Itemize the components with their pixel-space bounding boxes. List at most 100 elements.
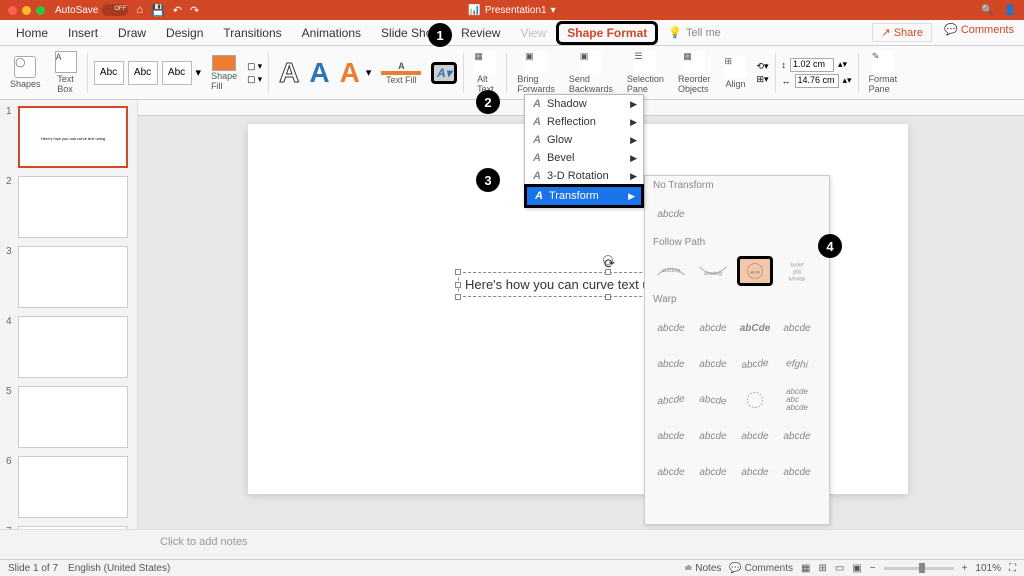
format-pane-button[interactable]: ✎ Format Pane bbox=[865, 49, 902, 96]
tab-home[interactable]: Home bbox=[6, 21, 58, 45]
share-button[interactable]: ↗ Share bbox=[872, 23, 932, 42]
warp-13[interactable]: abcde bbox=[653, 421, 689, 451]
thumb-3[interactable] bbox=[18, 246, 128, 308]
reorder-button[interactable]: ▦ Reorder Objects bbox=[674, 49, 715, 96]
autosave-toggle[interactable]: AutoSave bbox=[55, 4, 128, 16]
comments-toggle[interactable]: 💬 Comments bbox=[729, 563, 793, 574]
tab-review[interactable]: Review bbox=[451, 21, 510, 45]
notes-pane[interactable]: Click to add notes bbox=[0, 529, 1024, 559]
warp-7[interactable]: abcde bbox=[736, 347, 774, 380]
view-slideshow-icon[interactable]: ▣ bbox=[852, 563, 861, 574]
effect-transform[interactable]: ATransform▶ bbox=[524, 184, 644, 208]
send-backward-button[interactable]: ▣ Send Backwards bbox=[565, 49, 617, 96]
warp-12[interactable]: abcdeabcabcde bbox=[779, 385, 815, 415]
warp-8[interactable]: efghi bbox=[778, 347, 816, 380]
notes-toggle[interactable]: ≐ Notes bbox=[684, 563, 721, 574]
warp-9[interactable]: abcde bbox=[653, 383, 689, 417]
warp-19[interactable]: abcde bbox=[737, 457, 773, 487]
warp-18[interactable]: abcde bbox=[695, 457, 731, 487]
warp-17[interactable]: abcde bbox=[653, 457, 689, 487]
warp-4[interactable]: abcde bbox=[779, 313, 815, 343]
selection-pane-button[interactable]: ☰ Selection Pane bbox=[623, 49, 668, 96]
thumb-4[interactable] bbox=[18, 316, 128, 378]
align-button[interactable]: ⊞ Align bbox=[720, 54, 750, 91]
ribbon-tabs: Home Insert Draw Design Transitions Anim… bbox=[0, 20, 1024, 46]
tab-design[interactable]: Design bbox=[156, 21, 213, 45]
warp-6[interactable]: abcde bbox=[695, 349, 731, 379]
effect-reflection[interactable]: AReflection▶ bbox=[525, 113, 643, 131]
zoom-in[interactable]: + bbox=[962, 563, 968, 574]
view-sorter-icon[interactable]: ⊞ bbox=[818, 563, 826, 574]
warp-16[interactable]: abcde bbox=[779, 421, 815, 451]
language-indicator[interactable]: English (United States) bbox=[68, 563, 170, 574]
view-normal-icon[interactable]: ▦ bbox=[801, 563, 810, 574]
warp-11[interactable] bbox=[737, 385, 773, 415]
status-bar: Slide 1 of 7 English (United States) ≐ N… bbox=[0, 559, 1024, 576]
tab-shape-format[interactable]: Shape Format bbox=[556, 21, 658, 45]
fit-to-window-icon[interactable]: ⛶ bbox=[1009, 563, 1016, 574]
shape-fill-button[interactable]: Shape Fill bbox=[207, 53, 241, 93]
thumb-2[interactable] bbox=[18, 176, 128, 238]
window-controls[interactable] bbox=[8, 6, 45, 15]
save-icon[interactable]: 💾 bbox=[151, 4, 165, 17]
shape-outline-effects[interactable]: ▢▾ ▢▾ bbox=[247, 61, 262, 85]
tab-transitions[interactable]: Transitions bbox=[213, 21, 291, 45]
warp-2[interactable]: abcde bbox=[695, 313, 731, 343]
warp-1[interactable]: abcde bbox=[653, 313, 689, 343]
undo-icon[interactable]: ↶ bbox=[173, 4, 182, 17]
zoom-out[interactable]: − bbox=[870, 563, 876, 574]
effect-shadow[interactable]: AShadow▶ bbox=[525, 95, 643, 113]
no-transform-option[interactable]: abcde bbox=[653, 199, 689, 229]
warp-10[interactable]: abcde bbox=[695, 383, 731, 417]
home-icon[interactable]: ⌂ bbox=[136, 4, 143, 17]
bring-forward-button[interactable]: ▣ Bring Forwards bbox=[513, 49, 559, 96]
effect-glow[interactable]: AGlow▶ bbox=[525, 131, 643, 149]
path-arch-up[interactable]: abcdefg bbox=[695, 256, 731, 286]
shape-styles[interactable]: Abc Abc Abc ▾ bbox=[94, 61, 202, 85]
path-arch-down[interactable]: abcdefg bbox=[653, 256, 689, 286]
width-input[interactable]: ↔14.76 cm▴▾ bbox=[782, 74, 852, 88]
tab-animations[interactable]: Animations bbox=[292, 21, 371, 45]
slide-thumbnails[interactable]: 1Here's how you can curve text using 2 3… bbox=[0, 100, 138, 529]
svg-text:bcdef: bcdef bbox=[791, 263, 804, 269]
zoom-slider[interactable] bbox=[884, 567, 954, 570]
quick-access-toolbar[interactable]: ⌂ 💾 ↶ ↷ bbox=[136, 4, 199, 17]
thumb-6[interactable] bbox=[18, 456, 128, 518]
thumb-5[interactable] bbox=[18, 386, 128, 448]
warp-5[interactable]: abcde bbox=[653, 349, 689, 379]
thumb-1[interactable]: Here's how you can curve text using bbox=[18, 106, 128, 168]
tab-draw[interactable]: Draw bbox=[108, 21, 156, 45]
textbox-text[interactable]: Here's how you can curve text using bbox=[465, 277, 673, 292]
rotate-handle[interactable]: ⟳ bbox=[603, 255, 613, 265]
alt-text-button[interactable]: ▦ Alt Text bbox=[470, 49, 500, 96]
account-icon[interactable]: 👤 bbox=[1004, 5, 1016, 16]
svg-text:klmnop: klmnop bbox=[789, 276, 806, 282]
text-box-button[interactable]: A Text Box bbox=[51, 49, 81, 96]
warp-3[interactable]: abCde bbox=[737, 313, 773, 343]
warp-15[interactable]: abcde bbox=[737, 421, 773, 451]
zoom-level[interactable]: 101% bbox=[975, 563, 1001, 574]
text-effects-button[interactable]: A▾ bbox=[431, 62, 457, 84]
slide-indicator: Slide 1 of 7 bbox=[8, 563, 58, 574]
wordart-styles[interactable]: A A A ▾ bbox=[275, 57, 371, 89]
warp-20[interactable]: abcde bbox=[779, 457, 815, 487]
callout-2: 2 bbox=[476, 90, 500, 114]
path-circle[interactable]: abcde bbox=[737, 256, 773, 286]
tell-me[interactable]: 💡 Tell me bbox=[668, 26, 721, 39]
warp-14[interactable]: abcde bbox=[695, 421, 731, 451]
text-effects-menu: AShadow▶ AReflection▶ AGlow▶ ABevel▶ A3-… bbox=[524, 94, 644, 208]
tab-view[interactable]: View bbox=[510, 21, 556, 45]
rotate-group-buttons[interactable]: ⟲▾⊞▾ bbox=[756, 61, 768, 85]
search-icon[interactable]: 🔍 bbox=[981, 5, 993, 16]
thumb-7[interactable]: WHAT'S THE DIFFER bbox=[18, 526, 128, 529]
effect-bevel[interactable]: ABevel▶ bbox=[525, 149, 643, 167]
tab-insert[interactable]: Insert bbox=[58, 21, 108, 45]
path-button[interactable]: bcdefghijklmnop bbox=[779, 256, 815, 286]
view-reading-icon[interactable]: ▭ bbox=[835, 563, 844, 574]
comments-button[interactable]: 💬 Comments bbox=[944, 23, 1014, 42]
text-fill-button[interactable]: A Text Fill bbox=[377, 59, 425, 87]
redo-icon[interactable]: ↷ bbox=[190, 4, 199, 17]
shapes-gallery[interactable]: ◯ Shapes bbox=[6, 54, 45, 91]
height-input[interactable]: ↕1.02 cm▴▾ bbox=[782, 58, 852, 72]
effect-3d-rotation[interactable]: A3-D Rotation▶ bbox=[525, 167, 643, 185]
